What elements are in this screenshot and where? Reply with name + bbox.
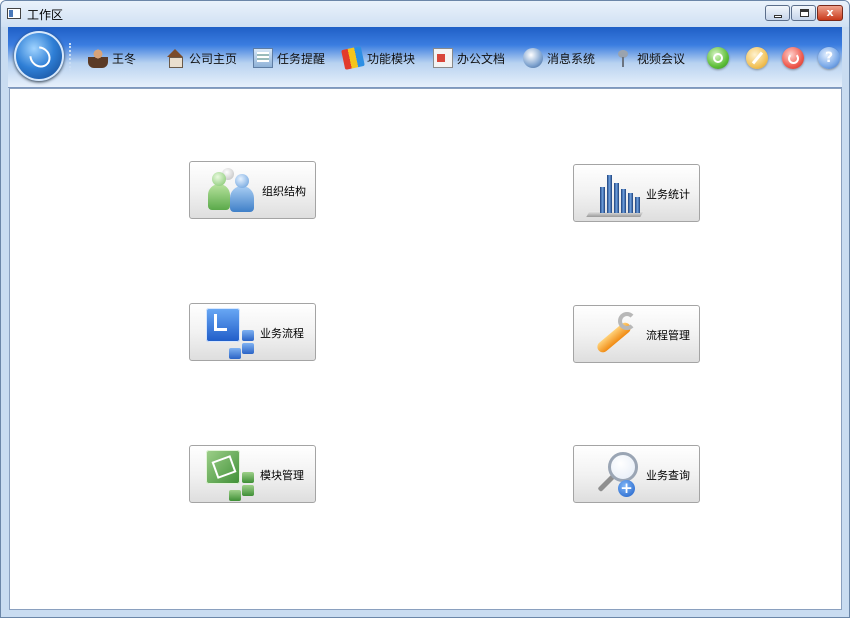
window-title: 工作区 xyxy=(27,8,64,22)
minimize-button[interactable] xyxy=(765,5,790,21)
task-reminder-icon xyxy=(253,48,273,68)
toolbar-item-label: 功能模块 xyxy=(367,51,416,66)
toolbar-item-office-docs[interactable]: 办公文档 xyxy=(433,46,505,70)
tile-business-query[interactable]: + 业务查询 xyxy=(573,445,700,503)
maximize-icon xyxy=(800,9,809,17)
app-orb-icon[interactable] xyxy=(14,31,64,81)
help-button[interactable]: ? xyxy=(818,47,840,69)
user-icon xyxy=(88,48,108,68)
maximize-button[interactable] xyxy=(791,5,816,21)
toolbar-item-company-home[interactable]: 公司主页 xyxy=(165,46,237,70)
toolbar-item-label: 任务提醒 xyxy=(277,51,326,66)
toolbar-item-label: 消息系统 xyxy=(547,51,596,66)
module-manage-icon xyxy=(204,450,260,502)
tile-label: 流程管理 xyxy=(646,329,690,342)
tile-label: 业务流程 xyxy=(260,327,304,340)
toolbar-item-video-meeting[interactable]: 视频会议 xyxy=(613,46,685,70)
tile-organization-structure[interactable]: 组织结构 xyxy=(189,161,316,219)
close-button[interactable]: x xyxy=(817,5,843,21)
toolbar-item-label: 办公文档 xyxy=(457,51,506,66)
main-toolbar: 王冬 公司主页 任务提醒 功能模块 办公文档 消息系统 视频会议 ? xyxy=(8,27,842,88)
tile-label: 业务查询 xyxy=(646,469,690,482)
tile-business-process[interactable]: 业务流程 xyxy=(189,303,316,361)
tile-label: 业务统计 xyxy=(646,188,690,201)
search-button[interactable] xyxy=(707,47,729,69)
toolbar-item-label: 公司主页 xyxy=(189,51,238,66)
search-add-icon: + xyxy=(588,450,644,502)
document-icon xyxy=(433,48,453,68)
toolbar-item-message-system[interactable]: 消息系统 xyxy=(523,46,595,70)
modules-icon xyxy=(341,46,365,70)
tile-process-management[interactable]: 流程管理 xyxy=(573,305,700,363)
help-icon: ? xyxy=(824,50,834,66)
tile-module-management[interactable]: 模块管理 xyxy=(189,445,316,503)
window-app-icon xyxy=(7,8,21,19)
toolbar-item-modules[interactable]: 功能模块 xyxy=(341,46,416,70)
plus-icon: + xyxy=(618,480,635,497)
tile-business-statistics[interactable]: 业务统计 xyxy=(573,164,700,222)
tile-label: 组织结构 xyxy=(262,185,306,198)
toolbar-item-task-reminder[interactable]: 任务提醒 xyxy=(253,46,325,70)
toolbar-item-label: 视频会议 xyxy=(637,51,686,66)
workspace-area: 组织结构 业务统计 业务流程 流程管理 模块管理 + 业务查询 xyxy=(9,88,842,610)
home-icon xyxy=(165,48,185,68)
toolbar-separator xyxy=(69,43,71,71)
wrench-icon xyxy=(588,310,644,362)
window-controls: x xyxy=(765,5,843,21)
toolbar-item-user[interactable]: 王冬 xyxy=(88,46,136,70)
video-meeting-icon xyxy=(613,48,633,68)
minimize-icon xyxy=(774,15,782,18)
message-icon xyxy=(523,48,543,68)
power-button[interactable] xyxy=(782,47,804,69)
statistics-chart-icon xyxy=(586,169,644,221)
workflow-icon xyxy=(204,308,260,360)
app-window: 工作区 x 王冬 公司主页 任务提醒 功能模块 办公文档 消息系统 视频会议 ?… xyxy=(0,0,850,618)
title-bar[interactable]: 工作区 x xyxy=(1,1,849,27)
edit-button[interactable] xyxy=(746,47,768,69)
organization-icon xyxy=(204,166,260,218)
close-icon: x xyxy=(826,6,834,19)
toolbar-item-label: 王冬 xyxy=(112,51,137,66)
tile-label: 模块管理 xyxy=(260,469,304,482)
